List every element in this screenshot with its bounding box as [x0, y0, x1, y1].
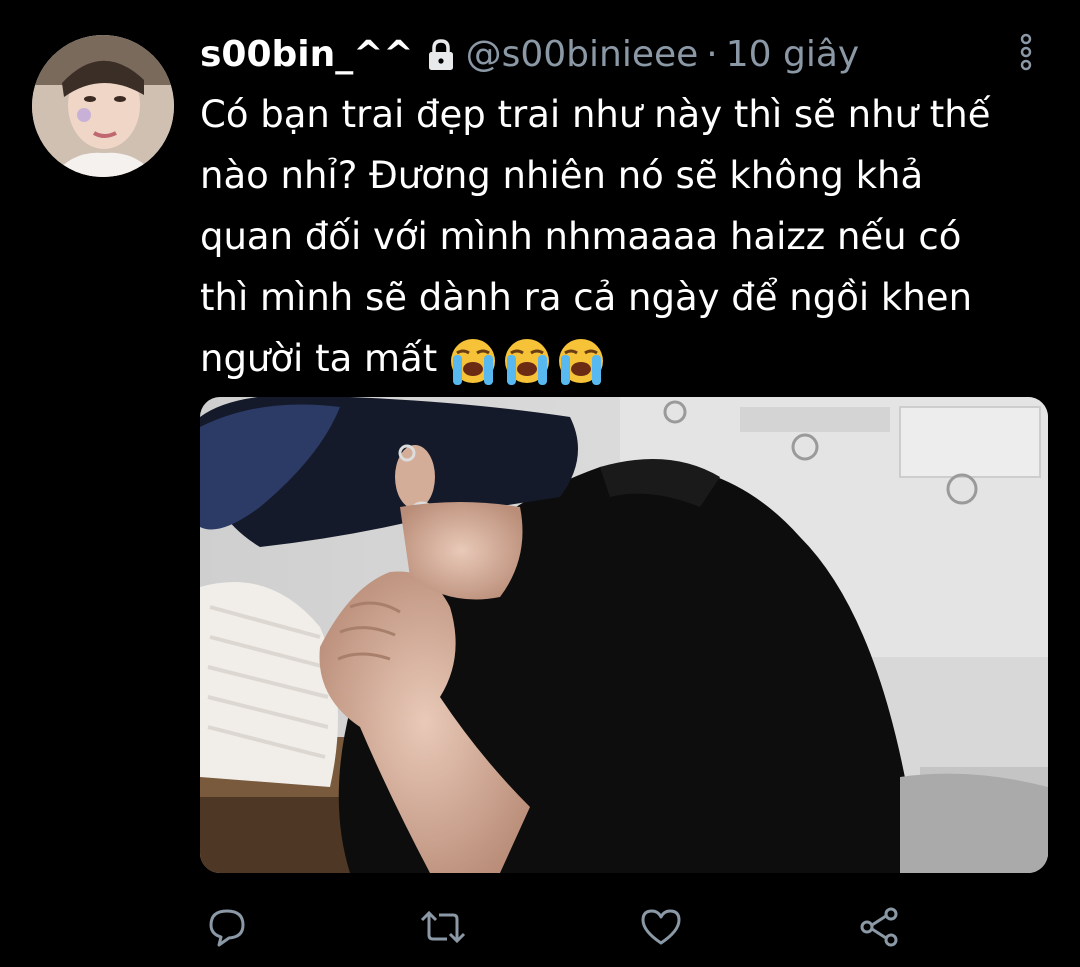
tweet-text-line: quan đối với mình nhmaaaa haizz nếu có [200, 215, 962, 258]
photo [200, 397, 1048, 873]
timestamp[interactable]: 10 giây [726, 30, 859, 80]
tweet-text-last-line: người ta mất [200, 328, 1060, 389]
handle[interactable]: @s00binieee [466, 30, 699, 80]
avatar[interactable] [32, 35, 174, 177]
tweet-text: Có bạn trai đẹp trai như này thì sẽ như … [200, 84, 1060, 389]
reply-button[interactable] [200, 900, 254, 954]
tweet-text-line: Có bạn trai đẹp trai như này thì sẽ như … [200, 93, 991, 136]
tweet[interactable]: s00bin_^^ @s00binieee · 10 giây Có bạn t… [0, 0, 1080, 967]
lock-icon [426, 37, 456, 73]
heart-icon [641, 909, 681, 945]
display-name[interactable]: s00bin_^^ [200, 30, 414, 80]
tweet-text-line: thì mình sẽ dành ra cả ngày để ngồi khen [200, 276, 973, 319]
retweet-button[interactable] [416, 900, 470, 954]
loudly-crying-face-icon [505, 338, 550, 385]
tweet-header: s00bin_^^ @s00binieee · 10 giây [200, 30, 859, 80]
loudly-crying-face-icon [559, 338, 604, 385]
reply-icon [209, 909, 245, 947]
tweet-media-photo[interactable] [200, 397, 1048, 873]
tweet-actions [200, 900, 920, 960]
share-icon [860, 907, 898, 947]
separator: · [706, 34, 718, 75]
share-button[interactable] [852, 900, 906, 954]
emoji-group [447, 335, 607, 387]
tweet-text-line: nào nhỉ? Đương nhiên nó sẽ không khả [200, 154, 924, 197]
tweet-text-line: người ta mất [200, 337, 438, 380]
loudly-crying-face-icon [451, 338, 496, 385]
avatar-image [32, 35, 174, 177]
more-vertical-icon[interactable] [1012, 32, 1040, 72]
like-button[interactable] [634, 900, 688, 954]
retweet-icon [420, 910, 466, 944]
